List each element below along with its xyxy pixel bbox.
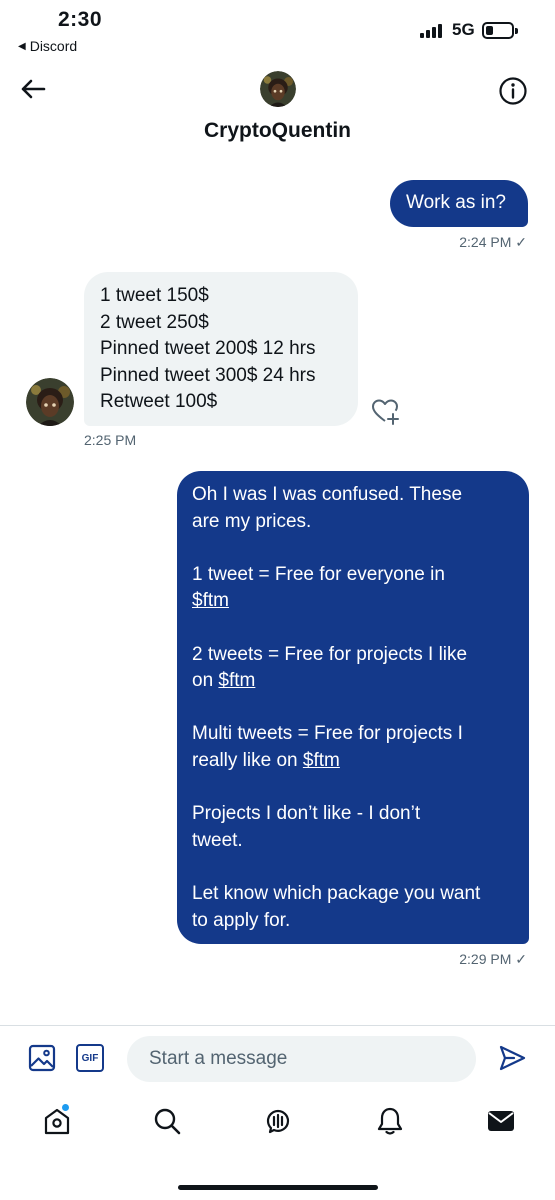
avatar[interactable] [260,71,296,107]
message-line-text: on [192,670,219,692]
message-line: are my prices. [192,510,312,532]
message-timestamp: 2:25 PM [84,432,137,448]
info-icon[interactable] [498,76,528,106]
back-to-app-link[interactable]: ◀ Discord [18,38,77,54]
sender-avatar[interactable] [26,378,74,426]
message-timestamp: 2:24 PM ✓ [459,234,527,250]
battery-icon [482,22,518,39]
send-icon[interactable] [498,1044,526,1072]
message-line: 2 tweet 250$ [100,311,209,333]
message-line-blank [192,535,529,562]
message-text: Work as in? [406,192,506,213]
back-triangle-icon: ◀ [18,40,26,52]
message-timestamp: 2:29 PM ✓ [459,951,527,967]
conversation-title: CryptoQuentin [204,119,351,142]
back-app-label: Discord [29,38,78,54]
message-line: Retweet 100$ [100,391,218,413]
message-line: on $ftm [192,668,529,695]
message-line: to apply for. [192,909,291,931]
message-bubble-received[interactable]: 1 tweet 150$ 2 tweet 250$ Pinned tweet 2… [84,272,358,426]
message-line: Pinned tweet 300$ 24 hrs [100,364,316,386]
network-type: 5G [452,20,475,39]
cashtag-link[interactable]: $ftm [192,590,229,611]
signal-strength-icon [420,24,442,38]
back-arrow-icon[interactable] [18,74,48,104]
message-line: $ftm [192,588,529,615]
spaces-icon[interactable] [263,1106,293,1136]
message-input[interactable] [127,1036,476,1082]
notifications-icon[interactable] [375,1106,405,1136]
composer-divider [0,1025,555,1026]
message-line-blank [192,775,529,802]
cashtag-link[interactable]: $ftm [218,670,255,691]
message-line: Multi tweets = Free for projects I [192,723,463,745]
home-icon[interactable] [42,1106,72,1136]
messages-icon[interactable] [486,1106,516,1136]
message-line-blank [192,695,529,722]
message-line: 1 tweet 150$ [100,285,209,306]
gif-button[interactable]: GIF [76,1044,104,1072]
add-reaction-icon[interactable] [370,396,400,426]
image-icon[interactable] [28,1044,56,1072]
message-line-text: really like on [192,749,303,771]
cashtag-link[interactable]: $ftm [303,750,340,771]
gif-label: GIF [81,1052,99,1064]
status-bar: 2:30 ◀ Discord 5G [0,0,555,62]
message-line: Pinned tweet 200$ 12 hrs [100,338,316,360]
search-icon[interactable] [152,1106,182,1136]
notification-dot [62,1104,69,1111]
message-line: 2 tweets = Free for projects I like [192,643,468,665]
status-time: 2:30 [58,8,103,31]
message-line-blank [192,615,529,642]
message-line-blank [192,854,529,881]
message-line: 1 tweet = Free for everyone in [192,563,445,585]
message-line: Oh I was I was confused. These [192,484,463,505]
message-bubble-sent[interactable]: Oh I was I was confused. These are my pr… [177,471,529,944]
message-line: really like on $ftm [192,748,529,775]
home-indicator [178,1185,378,1190]
message-line: Projects I don’t like - I don’t [192,803,421,825]
message-line: Let know which package you want [192,882,481,904]
message-bubble-sent[interactable]: Work as in? [390,180,528,227]
message-line: tweet. [192,829,243,851]
